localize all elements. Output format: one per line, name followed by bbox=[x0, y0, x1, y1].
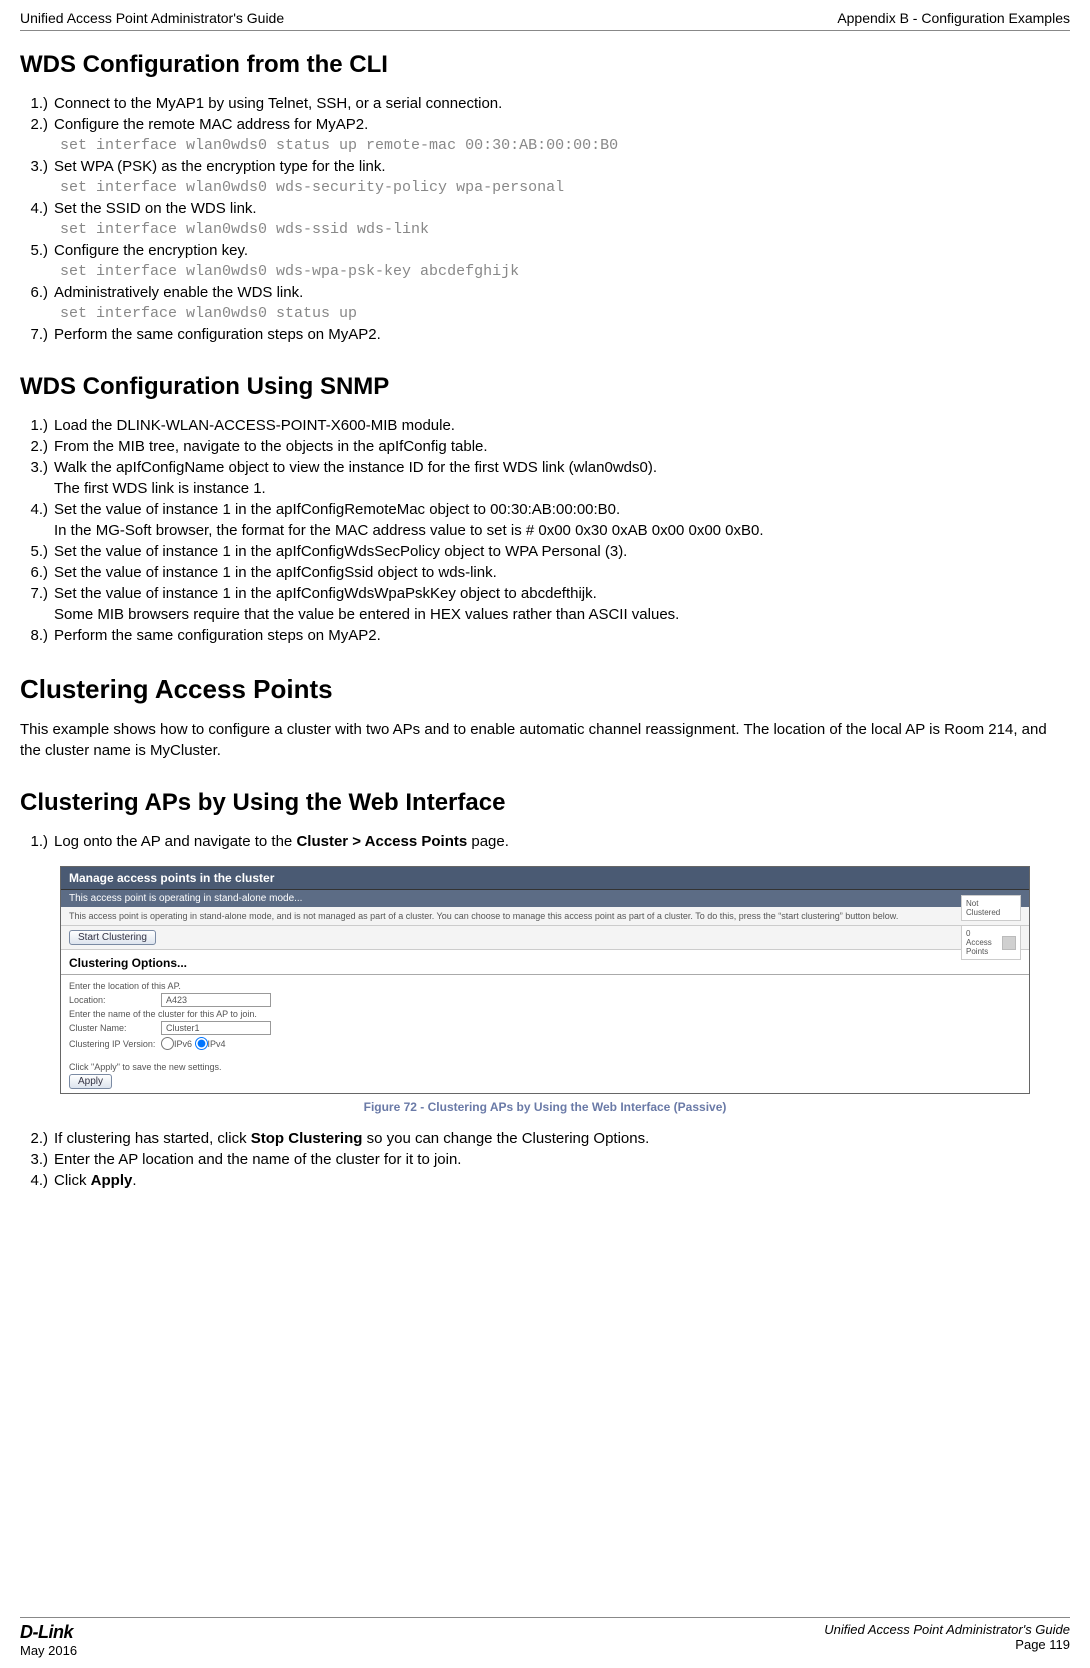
step-num: 7.) bbox=[20, 324, 54, 345]
brand-logo: D-Link bbox=[20, 1622, 77, 1643]
step-num: 3.) bbox=[20, 1149, 54, 1170]
cli-code: set interface wlan0wds0 status up remote… bbox=[20, 135, 1070, 156]
step-num: 4.) bbox=[20, 1170, 54, 1191]
step-text: Walk the apIfConfigName object to view t… bbox=[54, 457, 1070, 478]
cluster-name-prompt: Enter the name of the cluster for this A… bbox=[69, 1009, 1021, 1019]
step-text: Connect to the MyAP1 by using Telnet, SS… bbox=[54, 93, 1070, 114]
step-text: Perform the same configuration steps on … bbox=[54, 625, 1070, 646]
step-num: 1.) bbox=[20, 93, 54, 114]
step-text: Set WPA (PSK) as the encryption type for… bbox=[54, 156, 1070, 177]
step-num: 5.) bbox=[20, 541, 54, 562]
clustering-web-steps: 1.)Log onto the AP and navigate to the C… bbox=[20, 831, 1070, 852]
cluster-screenshot: Manage access points in the cluster This… bbox=[60, 866, 1030, 1094]
cli-code: set interface wlan0wds0 wds-ssid wds-lin… bbox=[20, 219, 1070, 240]
cli-code: set interface wlan0wds0 wds-wpa-psk-key … bbox=[20, 261, 1070, 282]
wds-snmp-steps: 1.)Load the DLINK-WLAN-ACCESS-POINT-X600… bbox=[20, 415, 1070, 646]
start-clustering-button[interactable]: Start Clustering bbox=[69, 930, 156, 945]
step-num: 4.) bbox=[20, 198, 54, 219]
status-access-points: 0AccessPoints bbox=[961, 925, 1021, 960]
apply-ref: Apply bbox=[91, 1172, 133, 1189]
step-num: 2.) bbox=[20, 114, 54, 135]
wds-cli-steps: 1.)Connect to the MyAP1 by using Telnet,… bbox=[20, 93, 1070, 345]
cli-code: set interface wlan0wds0 status up bbox=[20, 303, 1070, 324]
header-left: Unified Access Point Administrator's Gui… bbox=[20, 10, 284, 26]
step-num: 5.) bbox=[20, 240, 54, 261]
step-text: Set the value of instance 1 in the apIfC… bbox=[54, 541, 1070, 562]
stop-clustering-ref: Stop Clustering bbox=[251, 1130, 363, 1147]
step-text: Click Apply. bbox=[54, 1170, 1070, 1191]
ipv4-label: IPv4 bbox=[208, 1039, 226, 1049]
clustering-intro: This example shows how to configure a cl… bbox=[20, 719, 1070, 761]
apply-button[interactable]: Apply bbox=[69, 1074, 112, 1089]
ipv6-radio[interactable] bbox=[161, 1037, 174, 1050]
cluster-name-label: Cluster Name: bbox=[69, 1023, 161, 1033]
ip-version-label: Clustering IP Version: bbox=[69, 1039, 161, 1049]
step-text: From the MIB tree, navigate to the objec… bbox=[54, 436, 1070, 457]
options-title: Clustering Options... bbox=[61, 950, 1029, 975]
location-prompt: Enter the location of this AP. bbox=[69, 981, 1021, 991]
step-num: 4.) bbox=[20, 499, 54, 520]
figure-caption: Figure 72 - Clustering APs by Using the … bbox=[20, 1100, 1070, 1114]
section-clustering-web: Clustering APs by Using the Web Interfac… bbox=[20, 789, 1070, 817]
step-text: Set the value of instance 1 in the apIfC… bbox=[54, 499, 1070, 520]
step-num: 6.) bbox=[20, 282, 54, 303]
location-label: Location: bbox=[69, 995, 161, 1005]
cluster-name-input[interactable]: Cluster1 bbox=[161, 1021, 271, 1035]
step-text: Load the DLINK-WLAN-ACCESS-POINT-X600-MI… bbox=[54, 415, 1070, 436]
footer-guide: Unified Access Point Administrator's Gui… bbox=[824, 1622, 1070, 1637]
step-text: Log onto the AP and navigate to the Clus… bbox=[54, 831, 1070, 852]
panel-title: Manage access points in the cluster bbox=[61, 867, 1029, 890]
apply-note: Click "Apply" to save the new settings. bbox=[69, 1062, 1021, 1072]
ipv4-radio[interactable] bbox=[195, 1037, 208, 1050]
step-text: Some MIB browsers require that the value… bbox=[54, 604, 1070, 625]
section-wds-snmp: WDS Configuration Using SNMP bbox=[20, 373, 1070, 401]
panel-description: This access point is operating in stand-… bbox=[61, 907, 1029, 926]
status-not-clustered: NotClustered bbox=[961, 895, 1021, 921]
cluster-status-sidebar: NotClustered 0AccessPoints bbox=[961, 895, 1021, 964]
step-text: Set the SSID on the WDS link. bbox=[54, 198, 1070, 219]
step-num: 1.) bbox=[20, 415, 54, 436]
step-text: The first WDS link is instance 1. bbox=[54, 478, 1070, 499]
step-num: 6.) bbox=[20, 562, 54, 583]
step-text: Configure the encryption key. bbox=[54, 240, 1070, 261]
step-text: Set the value of instance 1 in the apIfC… bbox=[54, 562, 1070, 583]
step-num: 1.) bbox=[20, 831, 54, 852]
section-clustering: Clustering Access Points bbox=[20, 674, 1070, 705]
footer-date: May 2016 bbox=[20, 1643, 77, 1658]
ipv6-label: IPv6 bbox=[174, 1039, 192, 1049]
clustering-web-steps-cont: 2.)If clustering has started, click Stop… bbox=[20, 1128, 1070, 1191]
step-text: Administratively enable the WDS link. bbox=[54, 282, 1070, 303]
access-points-icon bbox=[1002, 936, 1016, 950]
step-num: 2.) bbox=[20, 1128, 54, 1149]
location-input[interactable]: A423 bbox=[161, 993, 271, 1007]
step-num: 7.) bbox=[20, 583, 54, 604]
panel-subtitle: This access point is operating in stand-… bbox=[61, 890, 1029, 907]
step-text: Perform the same configuration steps on … bbox=[54, 324, 1070, 345]
step-text: In the MG-Soft browser, the format for t… bbox=[54, 520, 1070, 541]
page-footer: D-Link May 2016 Unified Access Point Adm… bbox=[20, 1617, 1070, 1658]
step-num: 3.) bbox=[20, 156, 54, 177]
step-text: Enter the AP location and the name of th… bbox=[54, 1149, 1070, 1170]
section-wds-cli: WDS Configuration from the CLI bbox=[20, 51, 1070, 79]
header-right: Appendix B - Configuration Examples bbox=[837, 10, 1070, 26]
footer-page: Page 119 bbox=[824, 1637, 1070, 1652]
nav-path: Cluster > Access Points bbox=[296, 833, 467, 850]
step-num: 3.) bbox=[20, 457, 54, 478]
step-num: 8.) bbox=[20, 625, 54, 646]
step-text: Set the value of instance 1 in the apIfC… bbox=[54, 583, 1070, 604]
step-text: Configure the remote MAC address for MyA… bbox=[54, 114, 1070, 135]
step-num: 2.) bbox=[20, 436, 54, 457]
step-text: If clustering has started, click Stop Cl… bbox=[54, 1128, 1070, 1149]
cli-code: set interface wlan0wds0 wds-security-pol… bbox=[20, 177, 1070, 198]
page-header: Unified Access Point Administrator's Gui… bbox=[20, 10, 1070, 31]
